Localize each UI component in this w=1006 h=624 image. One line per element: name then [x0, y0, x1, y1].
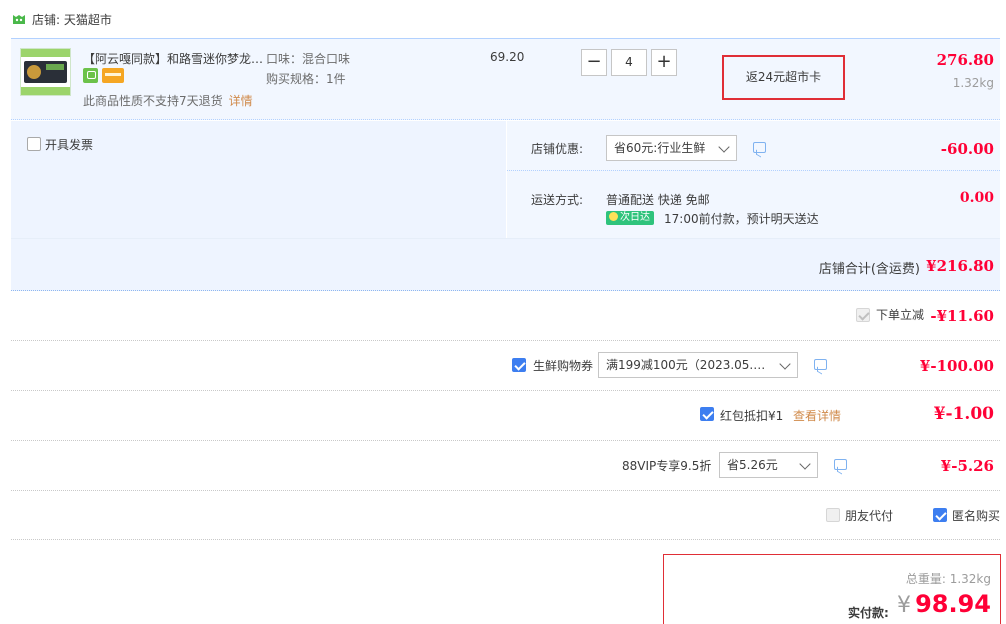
- shop-header: [0, 0, 1006, 38]
- coupon-amount: ¥-100.00: [919, 357, 994, 375]
- no-return-text: 此商品性质不支持7天退货: [83, 94, 223, 108]
- shop-discount-label: 店铺优惠:: [531, 142, 584, 156]
- detail-link[interactable]: 详情: [229, 94, 253, 108]
- quantity-input[interactable]: 4: [611, 49, 647, 76]
- service-badge-icon: [83, 68, 98, 83]
- shipping-method: 普通配送 快递 免邮: [606, 193, 710, 207]
- shop-total-amount: ¥216.80: [926, 257, 994, 275]
- sku-spec: 购买规格：1件: [266, 72, 346, 86]
- message-icon[interactable]: [814, 359, 827, 370]
- shipping-amount: 0.00: [959, 190, 994, 206]
- vip-discount-amount: ¥-5.26: [940, 457, 994, 475]
- anonymous-label[interactable]: 匿名购买: [952, 507, 1000, 524]
- coupon-select[interactable]: 满199减100元（2023.05.…: [598, 352, 798, 378]
- coupon-label[interactable]: 生鲜购物券: [533, 357, 593, 374]
- card-badge-icon: [102, 68, 124, 83]
- row-divider: [11, 490, 1000, 491]
- row-divider: [11, 390, 1000, 391]
- instant-discount-checkbox: [856, 308, 870, 322]
- anonymous-checkbox[interactable]: [933, 508, 947, 522]
- friend-pay-checkbox[interactable]: [826, 508, 840, 522]
- currency-symbol: ¥: [897, 593, 911, 618]
- product-title[interactable]: 【阿云嘎同款】和路雪迷你梦龙…: [83, 50, 263, 67]
- rebate-label: 返24元超市卡: [722, 55, 845, 100]
- message-icon[interactable]: [834, 459, 847, 470]
- shop-name[interactable]: 店铺: 天猫超市: [32, 11, 112, 28]
- pay-amount: 98.94: [915, 590, 991, 618]
- friend-pay-label[interactable]: 朋友代付: [845, 507, 893, 524]
- red-packet-checkbox[interactable]: [700, 407, 714, 421]
- total-weight: 总重量: 1.32kg: [905, 572, 991, 586]
- product-thumbnail[interactable]: [20, 48, 71, 96]
- red-packet-label[interactable]: 红包抵扣¥1: [720, 407, 783, 424]
- sku-flavor: 口味：混合口味: [266, 52, 351, 66]
- coupon-value: 满199减100元（2023.05.…: [606, 358, 766, 372]
- item-subtotal: 276.80: [936, 51, 994, 69]
- coupon-checkbox[interactable]: [512, 358, 526, 372]
- shop-discount-value: 省60元:行业生鲜: [614, 141, 706, 155]
- chevron-down-icon: [718, 141, 730, 153]
- instant-discount-amount: -¥11.60: [930, 307, 994, 325]
- vip-discount-value: 省5.26元: [727, 458, 778, 472]
- instant-discount-label: 下单立减: [876, 308, 925, 322]
- increase-quantity-button[interactable]: +: [651, 49, 677, 76]
- next-day-text: 次日达: [620, 212, 650, 223]
- row-divider: [11, 340, 1000, 341]
- invoice-checkbox[interactable]: [27, 137, 41, 151]
- no-return-note: 此商品性质不支持7天退货 详情: [83, 92, 253, 109]
- divider: [507, 170, 1000, 171]
- unit-price: 69.20: [490, 50, 525, 64]
- red-packet-detail-link[interactable]: 查看详情: [793, 407, 841, 424]
- row-divider: [11, 539, 1000, 540]
- shipping-note: 17:00前付款，预计明天送达: [664, 212, 819, 226]
- item-weight: 1.32kg: [952, 76, 994, 90]
- invoice-label[interactable]: 开具发票: [45, 136, 93, 153]
- tmall-cat-icon: [13, 15, 25, 24]
- shop-discount-select[interactable]: 省60元:行业生鲜: [606, 135, 737, 161]
- next-day-badge: 次日达: [606, 211, 654, 225]
- vip-discount-label: 88VIP专享9.5折: [622, 459, 712, 473]
- red-packet-amount: ¥-1.00: [933, 404, 994, 424]
- shop-total-label: 店铺合计(含运费): [818, 262, 920, 277]
- shipping-label: 运送方式:: [531, 193, 584, 207]
- chevron-down-icon: [799, 458, 811, 470]
- quantity-stepper: − 4 +: [581, 49, 677, 76]
- decrease-quantity-button[interactable]: −: [581, 49, 607, 76]
- vip-discount-select[interactable]: 省5.26元: [719, 452, 818, 478]
- row-divider: [11, 440, 1000, 441]
- lightning-icon: [609, 212, 618, 221]
- message-icon[interactable]: [753, 142, 766, 153]
- pay-label: 实付款:: [848, 606, 889, 620]
- shop-discount-amount: -60.00: [940, 140, 994, 158]
- chevron-down-icon: [779, 358, 791, 370]
